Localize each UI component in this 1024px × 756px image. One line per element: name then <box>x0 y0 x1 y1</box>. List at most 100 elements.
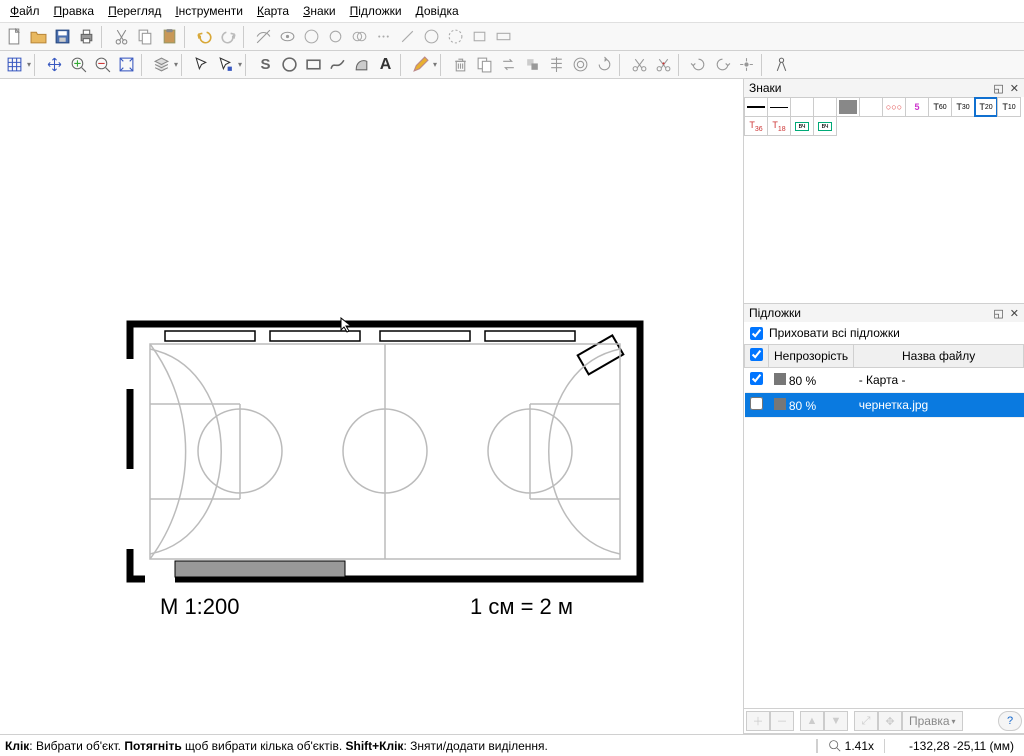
zoom-in-icon[interactable] <box>67 53 90 76</box>
symbol-empty3[interactable] <box>859 97 883 117</box>
rotate-icon[interactable] <box>593 53 616 76</box>
symbol-vch1[interactable]: вч <box>790 116 814 136</box>
fillswap-icon[interactable] <box>521 53 544 76</box>
close-panel2-icon[interactable]: ✕ <box>1010 307 1019 320</box>
col-check[interactable] <box>745 345 769 368</box>
symbol-dots-red[interactable]: ○○○ <box>882 97 906 117</box>
draw-fill-icon[interactable] <box>350 53 373 76</box>
redo-icon[interactable] <box>217 25 240 48</box>
menu-правка[interactable]: Правка <box>48 2 101 20</box>
menu-файл[interactable]: Файл <box>4 2 46 20</box>
copy-icon[interactable] <box>134 25 157 48</box>
align-icon[interactable] <box>545 53 568 76</box>
zoom-fit-icon[interactable] <box>115 53 138 76</box>
menu-інструменти[interactable]: Інструменти <box>169 2 249 20</box>
snap-icon[interactable] <box>735 53 758 76</box>
symbol-empty2[interactable] <box>813 97 837 117</box>
symbol-t36[interactable]: T36 <box>744 116 768 136</box>
trash-icon[interactable] <box>449 53 472 76</box>
dots-icon[interactable] <box>372 25 395 48</box>
compass-icon[interactable] <box>770 53 793 76</box>
map-drawing <box>125 319 655 619</box>
pencil-icon[interactable] <box>409 53 432 76</box>
circle2-icon[interactable] <box>324 25 347 48</box>
edit-dropdown[interactable]: Правка ▾ <box>902 711 963 731</box>
line-diag-icon[interactable] <box>396 25 419 48</box>
position-icon[interactable]: ✥ <box>878 711 902 731</box>
save-icon[interactable] <box>51 25 74 48</box>
menu-знаки[interactable]: Знаки <box>297 2 342 20</box>
symbol-t10[interactable]: T10 <box>997 97 1021 117</box>
statusbar: Клік: Вибрати об'єкт. Потягніть щоб вибр… <box>0 734 1024 756</box>
status-hint: Клік: Вибрати об'єкт. Потягніть щоб вибр… <box>0 739 816 753</box>
menu-підложки[interactable]: Підложки <box>344 2 408 20</box>
symbol-line-thick[interactable] <box>744 97 768 117</box>
rect2-icon[interactable] <box>492 25 515 48</box>
new-file-icon[interactable] <box>3 25 26 48</box>
symbol-empty1[interactable] <box>790 97 814 117</box>
layers-icon[interactable] <box>150 53 173 76</box>
select-icon[interactable] <box>190 53 213 76</box>
row-checkbox[interactable] <box>750 372 763 385</box>
table-row[interactable]: 80 %чернетка.jpg <box>745 393 1024 418</box>
grid-icon[interactable] <box>3 53 26 76</box>
undock-icon[interactable]: ◱ <box>993 82 1003 95</box>
menu-перегляд[interactable]: Перегляд <box>102 2 167 20</box>
move-up-icon[interactable]: ▲ <box>800 711 824 731</box>
draw-circle-icon[interactable] <box>278 53 301 76</box>
georef-icon[interactable]: ⤢ <box>854 711 878 731</box>
swap-icon[interactable] <box>497 53 520 76</box>
col-opacity[interactable]: Непрозорість <box>769 345 854 368</box>
remove-template-icon[interactable]: － <box>770 711 794 731</box>
print-icon[interactable] <box>75 25 98 48</box>
paste-icon[interactable] <box>158 25 181 48</box>
rot-left-icon[interactable] <box>687 53 710 76</box>
symbol-line-thin[interactable] <box>767 97 791 117</box>
scissors1-icon[interactable] <box>628 53 651 76</box>
open-file-icon[interactable] <box>27 25 50 48</box>
symbol-t30[interactable]: T30 <box>951 97 975 117</box>
zoom-out-icon[interactable] <box>91 53 114 76</box>
dup-icon[interactable] <box>473 53 496 76</box>
ring-icon[interactable] <box>569 53 592 76</box>
draw-s-icon[interactable]: S <box>254 53 277 76</box>
status-zoom[interactable]: 1.41x <box>817 739 884 753</box>
table-row[interactable]: 80 %- Карта - <box>745 368 1024 393</box>
symbol-t20[interactable]: T20 <box>974 97 998 117</box>
circle4-icon[interactable] <box>444 25 467 48</box>
symbol-vch2[interactable]: вч <box>813 116 837 136</box>
tool-b-icon[interactable] <box>276 25 299 48</box>
scale-left-label: М 1:200 <box>160 594 240 620</box>
circle1-icon[interactable] <box>300 25 323 48</box>
edit-node-icon[interactable] <box>214 53 237 76</box>
col-name[interactable]: Назва файлу <box>854 345 1024 368</box>
symbol-fill-gray[interactable] <box>836 97 860 117</box>
toolbar-2: ▾ ▾ ▾ S A ▾ <box>0 51 1024 79</box>
rect-tool-icon[interactable] <box>468 25 491 48</box>
help-icon[interactable]: ? <box>998 711 1022 731</box>
symbol-t18[interactable]: T18 <box>767 116 791 136</box>
symbol-num5[interactable]: 5 <box>905 97 929 117</box>
close-panel-icon[interactable]: ✕ <box>1010 82 1019 95</box>
circle3-icon[interactable] <box>420 25 443 48</box>
cut-icon[interactable] <box>110 25 133 48</box>
scissors2-icon[interactable] <box>652 53 675 76</box>
hide-all-checkbox[interactable] <box>750 327 763 340</box>
menu-довідка[interactable]: Довідка <box>410 2 465 20</box>
row-checkbox[interactable] <box>750 397 763 410</box>
symbol-t60[interactable]: T60 <box>928 97 952 117</box>
undo-icon[interactable] <box>193 25 216 48</box>
text-icon[interactable]: A <box>374 53 397 76</box>
undock2-icon[interactable]: ◱ <box>993 307 1003 320</box>
menu-карта[interactable]: Карта <box>251 2 295 20</box>
symbol-grid: ○○○5T60T30T20T10T36T18вчвч <box>744 97 1024 135</box>
draw-free-icon[interactable] <box>326 53 349 76</box>
tool-a-icon[interactable] <box>252 25 275 48</box>
add-template-icon[interactable]: ＋ <box>746 711 770 731</box>
rot-right-icon[interactable] <box>711 53 734 76</box>
draw-rect-icon[interactable] <box>302 53 325 76</box>
canvas[interactable]: М 1:200 1 см = 2 м <box>0 79 743 734</box>
circles-icon[interactable] <box>348 25 371 48</box>
move-down-icon[interactable]: ▼ <box>824 711 848 731</box>
pan-icon[interactable] <box>43 53 66 76</box>
